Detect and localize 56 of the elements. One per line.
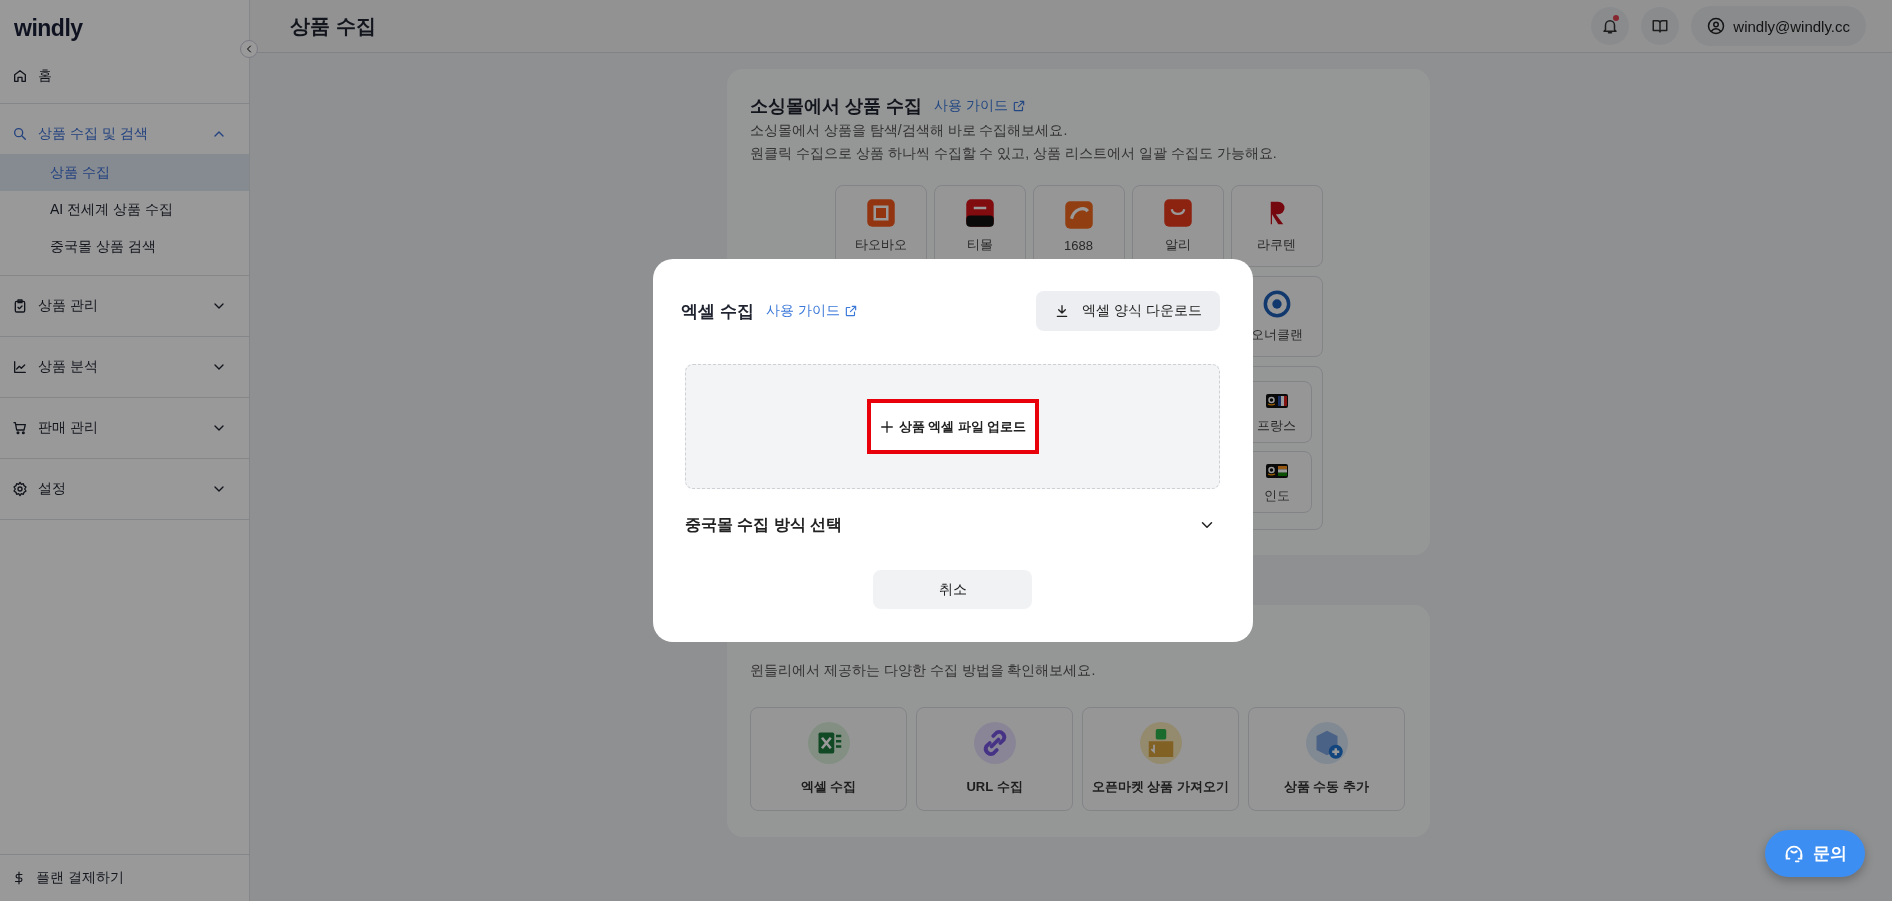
cart-icon — [12, 420, 28, 436]
download-template-button[interactable]: 엑셀 양식 다운로드 — [1036, 291, 1220, 331]
card-description: 윈들리에서 제공하는 다양한 수집 방법을 확인해보세요. — [750, 661, 1097, 680]
clipboard-icon — [12, 298, 28, 314]
marketplace-logo-icon — [964, 198, 995, 228]
chart-icon — [12, 359, 28, 375]
method-tile[interactable]: 상품 수동 추가 — [1248, 707, 1405, 811]
modal-title: 엑셀 수집 — [681, 300, 754, 323]
page-title: 상품 수집 — [290, 13, 377, 39]
nav-item[interactable]: 상품 수집 및 검색 — [0, 114, 249, 154]
marketplace-logo-icon — [1262, 289, 1291, 318]
notifications-button[interactable] — [1591, 7, 1630, 45]
nav-subitem[interactable]: AI 전세계 상품 수집 — [0, 191, 249, 228]
method-tile[interactable]: URL 수집 — [916, 707, 1073, 811]
nav-subitem[interactable]: 상품 수집 — [0, 154, 249, 191]
bell-icon — [1601, 17, 1620, 35]
card-title: 소싱몰에서 상품 수집 — [750, 95, 922, 118]
logo[interactable]: windly — [0, 0, 249, 56]
accordion-header[interactable]: 중국몰 수집 방식 선택 — [685, 505, 1220, 545]
marketplace-logo-icon — [1063, 199, 1094, 230]
drop-zone[interactable]: 상품 엑셀 파일 업로드 — [685, 364, 1220, 489]
nav-item[interactable]: 설정 — [0, 469, 249, 509]
method-icon — [1305, 722, 1348, 764]
inquiry-button[interactable]: 문의 — [1765, 830, 1865, 877]
method-tile[interactable]: 오픈마켓 상품 가져오기 — [1082, 707, 1239, 811]
dollar-icon — [12, 871, 26, 885]
guide-link[interactable]: 사용 가이드 — [934, 97, 1026, 115]
nav-item[interactable]: 상품 분석 — [0, 347, 249, 387]
card-description: 원클릭 수집으로 상품 하나씩 수집할 수 있고, 상품 리스트에서 일괄 수집도 가능해요. — [750, 144, 1278, 163]
upload-button[interactable]: 상품 엑셀 파일 업로드 — [866, 399, 1039, 454]
nav-subitem[interactable]: 중국몰 상품 검색 — [0, 228, 249, 265]
home-icon — [12, 68, 28, 84]
marketplace-logo-icon — [865, 198, 896, 228]
nav-item[interactable]: 상품 관리 — [0, 286, 249, 326]
external-link-icon — [1011, 99, 1026, 113]
guide-button[interactable] — [1641, 7, 1680, 45]
marketplace-tile[interactable]: 라쿠텐 — [1230, 185, 1323, 267]
gear-icon — [12, 481, 28, 497]
card-description: 소싱몰에서 상품을 탐색/검색해 바로 수집해보세요. — [750, 121, 1069, 140]
plus-icon — [878, 418, 895, 435]
nav-item[interactable]: 홈 — [0, 56, 249, 96]
cancel-button[interactable]: 취소 — [873, 570, 1032, 609]
method-tile[interactable]: 엑셀 수집 — [750, 707, 907, 811]
method-icon — [973, 722, 1016, 764]
guide-link[interactable]: 사용 가이드 — [765, 302, 1037, 320]
search-icon — [12, 126, 28, 142]
book-icon — [1651, 17, 1670, 35]
marketplace-logo-icon — [1162, 198, 1193, 228]
method-icon — [807, 722, 850, 764]
nav-item[interactable]: 판매 관리 — [0, 408, 249, 448]
plan-payment-link[interactable]: 플랜 결제하기 — [0, 855, 249, 901]
collapse-sidebar-button[interactable] — [240, 40, 258, 58]
user-icon — [1707, 17, 1726, 35]
method-icon — [1139, 722, 1182, 764]
account-button[interactable]: windly@windly.cc — [1691, 6, 1866, 46]
external-link-icon — [843, 304, 858, 318]
